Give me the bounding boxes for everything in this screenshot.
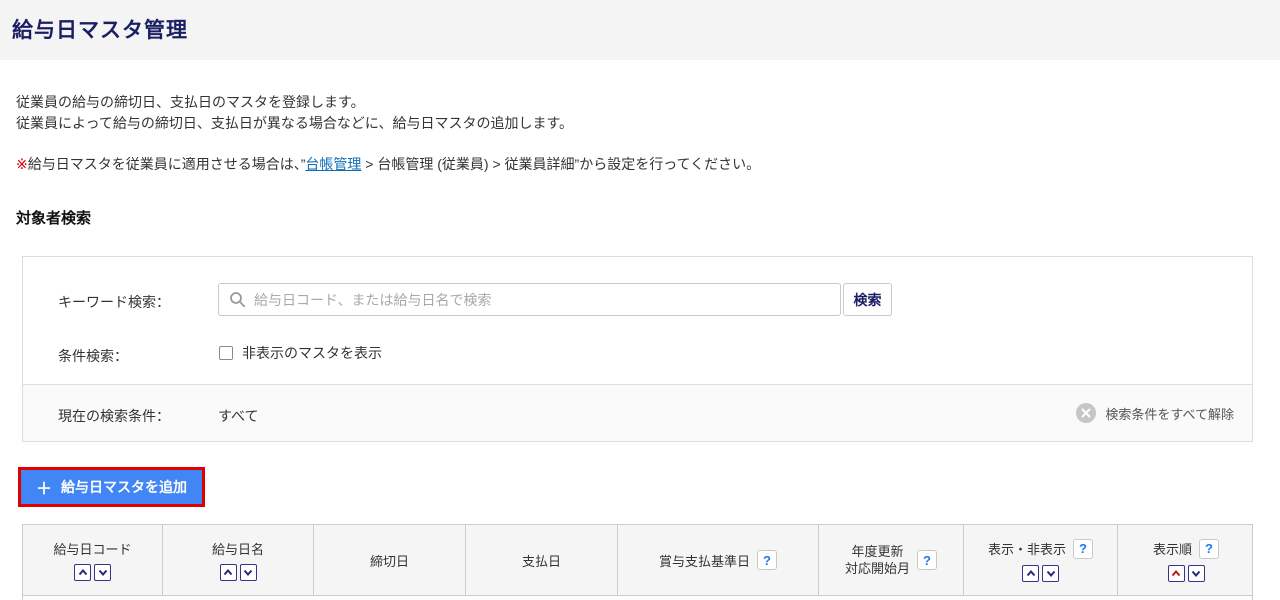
column-label: 年度更新 対応開始月: [844, 544, 910, 576]
intro-text: 従業員の給与の締切日、支払日のマスタを登録します。 従業員によって給与の締切日、…: [16, 92, 573, 134]
clear-all-conditions-label: 検索条件をすべて解除: [1105, 406, 1234, 422]
sort-descending-button[interactable]: [1042, 564, 1059, 582]
sort-descending-button[interactable]: [1187, 564, 1205, 582]
show-hidden-masters-checkbox[interactable]: [219, 346, 233, 360]
clear-circle-x-icon[interactable]: [1076, 403, 1097, 423]
search-icon: [230, 292, 246, 308]
ledger-management-link[interactable]: 台帳管理: [305, 156, 361, 172]
condition-search-label: 条件検索：: [58, 348, 128, 364]
column-header-payday-name: 給与日名: [163, 525, 314, 595]
search-panel: キーワード検索： 検索 条件検索： 非表示のマスタを表示 現在の検索条件： すべ…: [22, 256, 1253, 442]
column-header-bonus-base-date: 賞与支払基準日?: [618, 525, 819, 595]
note-before-link: 給与日マスタを従業員に適用させる場合は、”: [27, 156, 306, 172]
column-header-payment-date: 支払日: [466, 525, 618, 595]
column-label: 給与日名: [211, 542, 264, 557]
page-title-band: [0, 0, 1280, 60]
help-icon[interactable]: ?: [1073, 538, 1093, 559]
column-label: 表示順: [1152, 542, 1192, 557]
note-text: ※給与日マスタを従業員に適用させる場合は、”台帳管理 > 台帳管理 (従業員) …: [16, 154, 760, 174]
clear-all-conditions-button[interactable]: 検索条件をすべて解除: [1076, 385, 1234, 441]
column-label: 表示・非表示: [987, 542, 1066, 557]
sort-ascending-button[interactable]: [1167, 564, 1185, 582]
keyword-search-label: キーワード検索：: [58, 294, 170, 310]
page-title: 給与日マスタ管理: [12, 19, 188, 42]
intro-line-1: 従業員の給与の締切日、支払日のマスタを登録します。: [16, 94, 365, 110]
current-conditions-row: 現在の検索条件： すべて 検索条件をすべて解除: [23, 384, 1252, 441]
note-asterisk: ※: [16, 156, 28, 172]
payday-master-page: 給与日マスタ管理 従業員の給与の締切日、支払日のマスタを登録します。 従業員によ…: [0, 0, 1280, 600]
add-payday-master-label: 給与日マスタを追加: [61, 479, 188, 495]
column-header-annual-update-start-month: 年度更新 対応開始月?: [819, 525, 964, 595]
add-payday-master-button[interactable]: ＋ 給与日マスタを追加: [21, 470, 203, 504]
current-conditions-value: すべて: [218, 408, 259, 424]
search-button[interactable]: 検索: [843, 283, 892, 316]
column-label: 賞与支払基準日: [658, 553, 750, 569]
help-icon[interactable]: ?: [917, 550, 937, 570]
help-icon[interactable]: ?: [1199, 538, 1219, 559]
sort-ascending-button[interactable]: [74, 564, 91, 581]
sort-descending-button[interactable]: [239, 564, 257, 581]
note-after-link: > 台帳管理 (従業員) > 従業員詳細”から設定を行ってください。: [361, 156, 761, 172]
current-conditions-label: 現在の検索条件：: [58, 408, 170, 424]
sort-ascending-button[interactable]: [219, 564, 237, 581]
table-first-row-partial: [22, 596, 1253, 600]
keyword-search-input[interactable]: [254, 284, 840, 315]
column-header-payday-code: 給与日コード: [23, 525, 163, 595]
target-search-heading: 対象者検索: [16, 210, 92, 227]
show-hidden-masters-option[interactable]: 非表示のマスタを表示: [219, 343, 382, 363]
help-icon[interactable]: ?: [757, 550, 777, 570]
column-label: 締切日: [369, 553, 409, 569]
show-hidden-masters-label: 非表示のマスタを表示: [242, 345, 382, 361]
table-header-row: 給与日コード 給与日名 締切日 支払日 賞与支払基準日? 年度更新 対応開始月? 表示・非表示…: [22, 524, 1253, 596]
column-label: 支払日: [521, 553, 561, 569]
sort-descending-button[interactable]: [94, 564, 111, 581]
column-header-closing-date: 締切日: [314, 525, 466, 595]
intro-line-2: 従業員によって給与の締切日、支払日が異なる場合などに、給与日マスタの追加します。: [16, 115, 574, 131]
keyword-search-field[interactable]: [218, 283, 841, 316]
sort-ascending-button[interactable]: [1022, 564, 1039, 582]
column-header-visibility: 表示・非表示?: [964, 525, 1118, 595]
column-label: 給与日コード: [53, 542, 132, 557]
red-annotation-box: ＋ 給与日マスタを追加: [18, 467, 206, 507]
column-header-display-order: 表示順?: [1118, 525, 1254, 595]
plus-icon: ＋: [36, 481, 53, 498]
